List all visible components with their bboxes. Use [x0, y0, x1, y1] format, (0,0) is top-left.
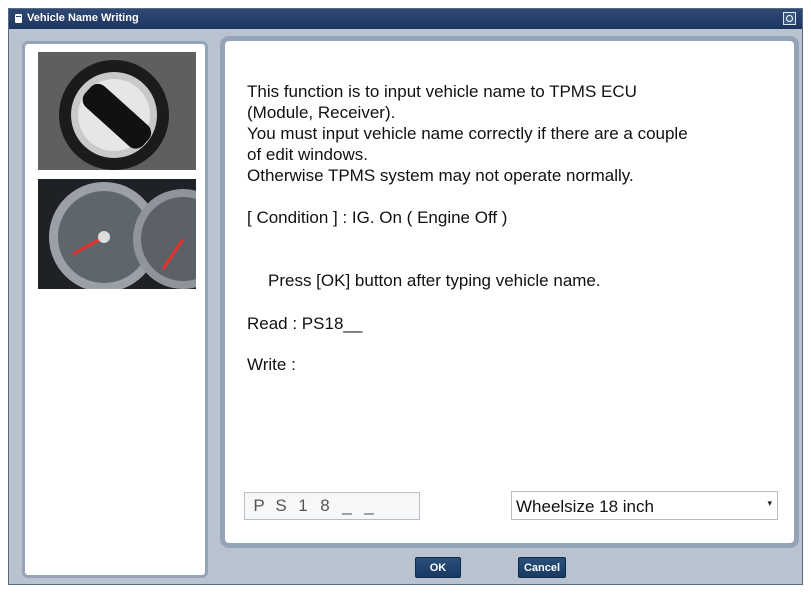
description-line-5: Otherwise TPMS system may not operate no…	[247, 166, 634, 185]
chevron-down-icon: ▾	[767, 498, 772, 508]
app-icon	[15, 14, 22, 23]
content-panel: This function is to input vehicle name t…	[220, 36, 799, 548]
description-line-3: You must input vehicle name correctly if…	[247, 124, 688, 143]
instrument-cluster-image	[38, 179, 196, 289]
window-title: Vehicle Name Writing	[27, 12, 139, 24]
input-char: P	[253, 496, 265, 515]
condition-text: [ Condition ] : IG. On ( Engine Off )	[247, 208, 508, 227]
dialog-window: Vehicle Name Writing This function is to…	[8, 8, 803, 585]
write-label: Write :	[247, 355, 296, 374]
input-char: _	[364, 496, 374, 515]
wheelsize-value: Wheelsize 18 inch	[516, 497, 654, 516]
cancel-button[interactable]: Cancel	[518, 557, 566, 578]
description-line-2: (Module, Receiver).	[247, 103, 396, 122]
ignition-switch-image	[38, 52, 196, 170]
input-char: _	[342, 496, 352, 515]
left-image-panel	[22, 41, 208, 578]
title-bar[interactable]: Vehicle Name Writing	[9, 9, 802, 29]
input-char: 1	[298, 496, 308, 515]
ok-button[interactable]: OK	[415, 557, 461, 578]
close-icon[interactable]	[783, 12, 796, 25]
input-char: S	[275, 496, 287, 515]
description-line-4: of edit windows.	[247, 145, 368, 164]
description-line-1: This function is to input vehicle name t…	[247, 82, 637, 101]
instruction-text: Press [OK] button after typing vehicle n…	[268, 271, 601, 290]
vehicle-name-input[interactable]: P S 1 8 _ _	[244, 492, 420, 520]
input-char: 8	[320, 496, 330, 515]
wheelsize-dropdown[interactable]: Wheelsize 18 inch ▾	[511, 491, 778, 520]
read-value: Read : PS18__	[247, 314, 363, 333]
